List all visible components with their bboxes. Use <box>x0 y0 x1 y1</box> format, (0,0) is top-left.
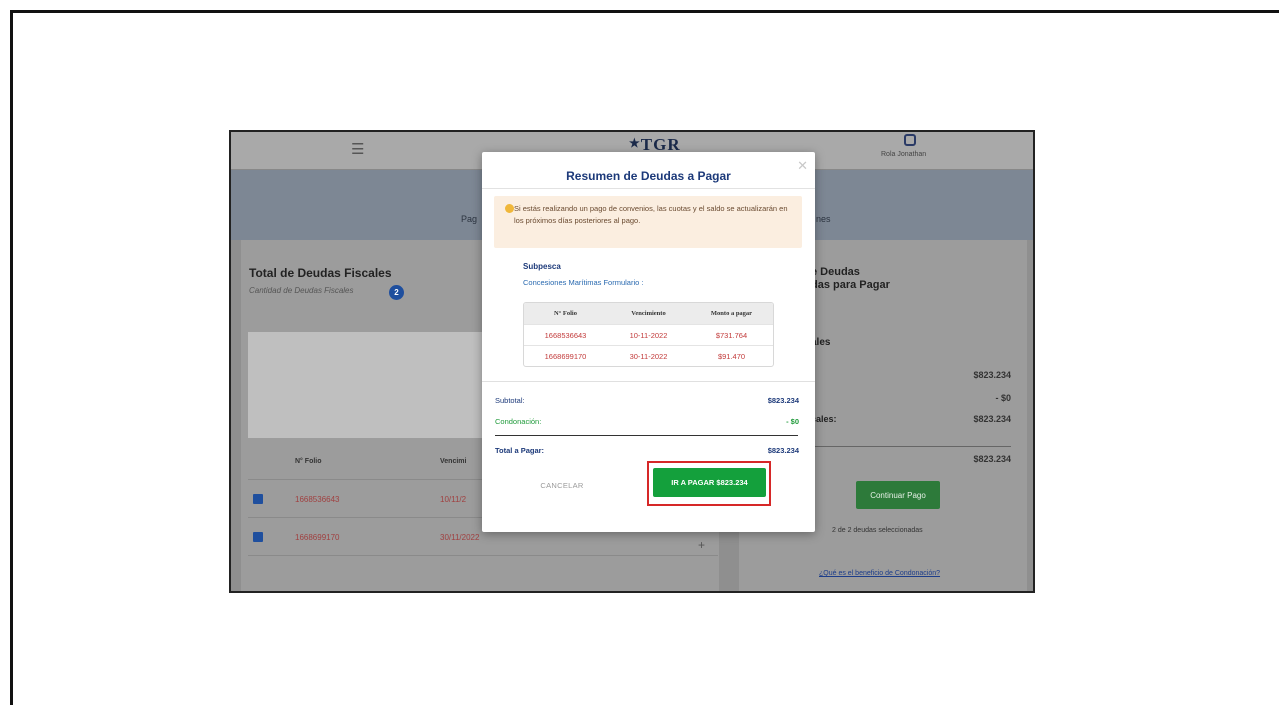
row-folio: 1668699170 <box>295 533 340 542</box>
star-icon: ★ <box>629 136 641 150</box>
row-amount: $91.470 <box>717 351 746 361</box>
table-row: 1668536643 10-11-2022 $731.764 <box>524 324 773 345</box>
col-folio: N° Folio <box>295 458 322 465</box>
col-folio: N° Folio <box>553 310 577 317</box>
row-due: 10-11-2022 <box>629 330 668 340</box>
table-row: 1668699170 30-11-2022 $91.470 <box>524 345 773 366</box>
institution-description: Concesiones Marítimas Formulario : <box>523 278 644 287</box>
institution-title: Subpesca <box>523 262 561 271</box>
row-folio: 1668536643 <box>295 495 340 504</box>
debts-count-badge: 2 <box>389 285 404 300</box>
placeholder-box <box>248 332 483 438</box>
summary-title-line-1: e Deudas <box>811 266 860 278</box>
total-value: $823.234 <box>767 446 799 455</box>
modal-title-divider <box>482 188 815 189</box>
hamburger-icon[interactable]: ☰ <box>351 140 364 158</box>
summary-title-line-2: das para Pagar <box>811 279 890 291</box>
condonacion-info-link[interactable]: ¿Qué es el beneficio de Condonación? <box>819 570 940 577</box>
user-icon[interactable] <box>904 134 916 146</box>
col-amount: Monto a pagar <box>710 310 753 317</box>
debts-title: Total de Deudas Fiscales <box>249 266 392 280</box>
subtotal-label: Subtotal: <box>495 396 525 405</box>
selected-count-text: 2 de 2 deudas seleccionadas <box>832 527 923 534</box>
row-due: 30-11-2022 <box>629 351 668 361</box>
total-divider <box>495 435 798 436</box>
summary-pay-amount: $823.234 <box>973 454 1011 464</box>
expand-plus-icon[interactable]: + <box>698 538 705 552</box>
modal-title: Resumen de Deudas a Pagar <box>566 169 731 183</box>
cancel-button[interactable]: CANCELAR <box>522 478 602 492</box>
user-name: Rola Jonathan <box>881 151 927 158</box>
row-folio: 1668536643 <box>544 330 587 340</box>
payment-notice: Si estás realizando un pago de convenios… <box>494 196 802 248</box>
summary-title: e Deudas das para Pagar <box>811 266 961 292</box>
warning-icon <box>505 204 514 213</box>
col-due: Vencimiento <box>631 310 666 317</box>
row-checkbox[interactable] <box>253 532 263 542</box>
summary-total: $823.234 <box>973 414 1011 424</box>
banner-left-text: Pag <box>461 214 478 224</box>
row-checkbox[interactable] <box>253 494 263 504</box>
debts-subtitle: Cantidad de Deudas Fiscales <box>249 286 354 295</box>
banner-right-text: nes <box>816 214 831 224</box>
folio-table-header: N° Folio Vencimiento Monto a pagar <box>524 303 773 324</box>
go-to-pay-button[interactable]: IR A PAGAR $823.234 <box>653 468 766 497</box>
continue-payment-button[interactable]: Continuar Pago <box>856 481 940 509</box>
folio-table: N° Folio Vencimiento Monto a pagar 16685… <box>523 302 774 367</box>
summary-discount: - $0 <box>995 393 1011 403</box>
debt-summary-modal: ✕ Resumen de Deudas a Pagar Si estás rea… <box>482 152 815 532</box>
summary-divider <box>811 446 1011 447</box>
row-due: 30/11/2022 <box>440 533 480 542</box>
total-label: Total a Pagar: <box>495 446 545 455</box>
summary-subtotal: $823.234 <box>973 370 1011 380</box>
summary-divider <box>482 381 815 382</box>
row-due: 10/11/2 <box>440 495 467 504</box>
condonacion-label: Condonación: <box>495 417 542 426</box>
col-due: Vencimi <box>440 458 467 465</box>
subtotal-value: $823.234 <box>767 396 799 405</box>
row-folio: 1668699170 <box>544 351 587 361</box>
notice-text: Si estás realizando un pago de convenios… <box>514 204 788 225</box>
row-amount: $731.764 <box>715 330 748 340</box>
condonacion-value: - $0 <box>786 417 799 426</box>
